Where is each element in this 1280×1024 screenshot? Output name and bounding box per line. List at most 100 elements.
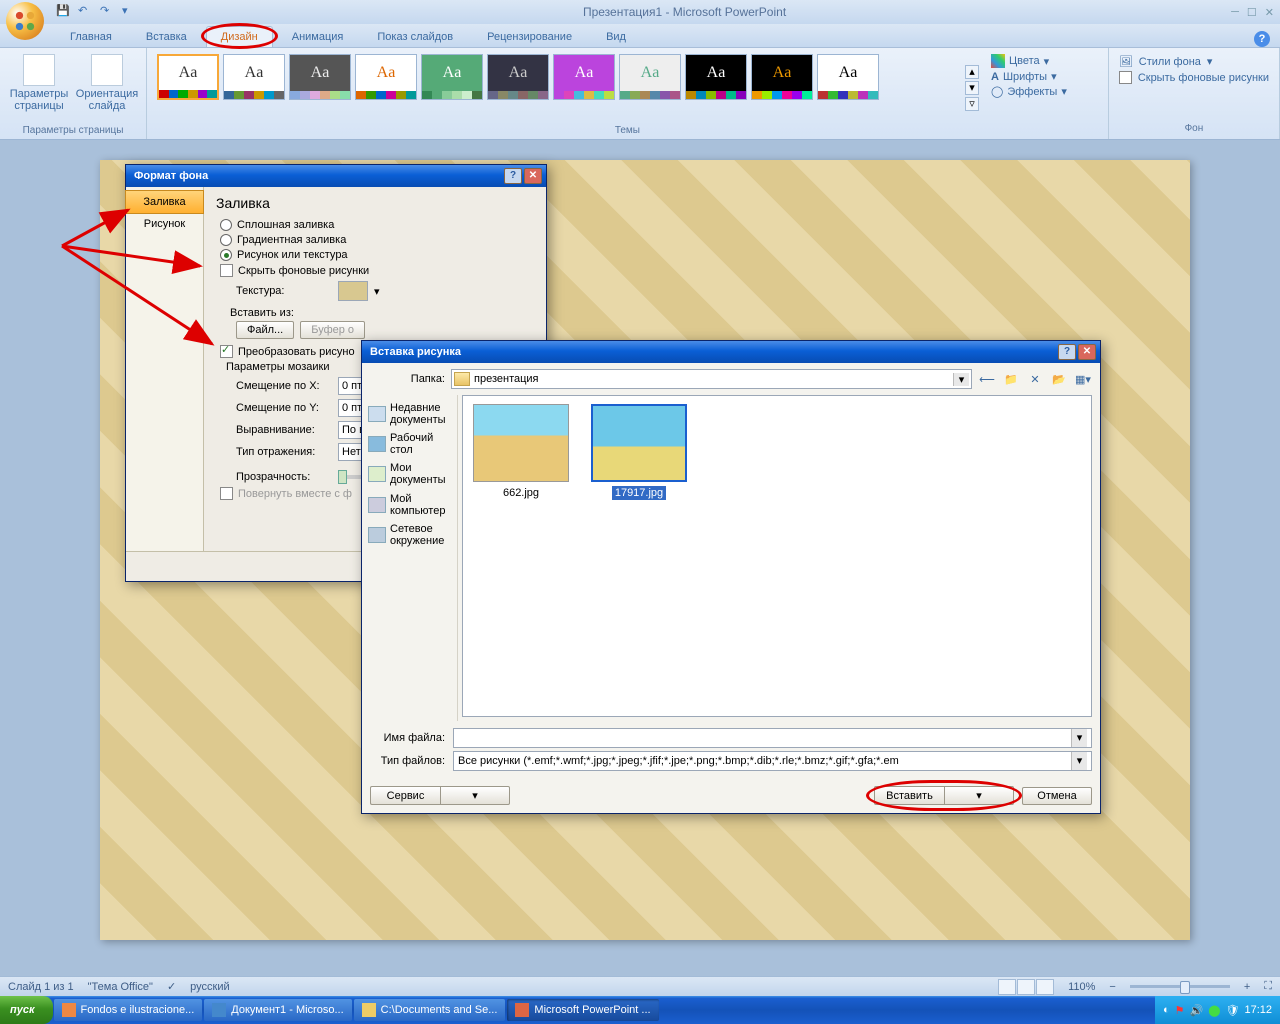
language-indicator[interactable]: русский — [190, 981, 229, 993]
slide-orientation-button[interactable]: Ориентация слайда — [76, 52, 138, 124]
dialog-close-button[interactable]: ✕ — [1078, 344, 1096, 360]
theme-thumb[interactable]: Aa — [421, 54, 483, 100]
minimize-button[interactable]: ─ — [1231, 6, 1239, 19]
filename-input[interactable]: ▾ — [453, 728, 1092, 748]
tab-slideshow[interactable]: Показ слайдов — [362, 26, 468, 47]
task-item[interactable]: Документ1 - Microso... — [204, 999, 351, 1021]
service-dropdown[interactable]: ▾ — [440, 786, 510, 805]
insert-button[interactable]: Вставить — [874, 786, 944, 805]
task-item[interactable]: Fondos e ilustracione... — [54, 999, 203, 1021]
delete-icon[interactable]: ✕ — [1026, 370, 1044, 388]
tab-animation[interactable]: Анимация — [277, 26, 359, 47]
theme-thumb[interactable]: Aa — [553, 54, 615, 100]
tab-home[interactable]: Главная — [55, 26, 127, 47]
close-button[interactable]: ✕ — [1265, 6, 1274, 19]
theme-thumb[interactable]: Aa — [355, 54, 417, 100]
insert-dropdown[interactable]: ▾ — [944, 786, 1014, 805]
zoom-value[interactable]: 110% — [1068, 981, 1095, 993]
themes-gallery[interactable]: Aa Aa Aa Aa Aa Aa Aa Aa Aa Aa Aa — [155, 52, 955, 124]
zoom-out-icon[interactable]: − — [1109, 981, 1115, 993]
tray-icon[interactable]: 🔊 — [1189, 1004, 1203, 1017]
themes-more-icon[interactable]: ▿ — [965, 97, 979, 111]
service-button[interactable]: Сервис — [370, 786, 440, 805]
view-normal-icon[interactable] — [998, 979, 1016, 995]
dropdown-icon[interactable]: ▾ — [1071, 752, 1087, 770]
theme-thumb[interactable]: Aa — [619, 54, 681, 100]
theme-thumb[interactable]: Aa — [223, 54, 285, 100]
new-folder-icon[interactable]: 📂 — [1050, 370, 1068, 388]
view-sorter-icon[interactable] — [1017, 979, 1035, 995]
views-icon[interactable]: ▦▾ — [1074, 370, 1092, 388]
hide-bg-graphics-checkbox[interactable]: Скрыть фоновые рисунки — [1119, 71, 1269, 84]
radio-gradient-fill[interactable]: Градиентная заливка — [220, 234, 534, 246]
file-thumb[interactable]: 662.jpg — [471, 404, 571, 500]
spellcheck-icon[interactable]: ✓ — [167, 980, 176, 993]
place-mydocs[interactable]: Мои документы — [366, 459, 453, 489]
radio-picture-fill[interactable]: Рисунок или текстура — [220, 249, 534, 261]
dialog-help-button[interactable]: ? — [504, 168, 522, 184]
dialog-titlebar[interactable]: Формат фона ? ✕ — [126, 165, 546, 187]
place-desktop[interactable]: Рабочий стол — [366, 429, 453, 459]
cancel-button[interactable]: Отмена — [1022, 787, 1092, 805]
file-list[interactable]: 662.jpg 17917.jpg — [462, 395, 1092, 717]
tray-icon[interactable]: ◐ — [1163, 1004, 1170, 1016]
file-button[interactable]: Файл... — [236, 321, 294, 339]
theme-thumb[interactable]: Aa — [289, 54, 351, 100]
theme-effects-button[interactable]: ◯Эффекты ▾ — [991, 85, 1067, 98]
theme-thumb[interactable]: Aa — [751, 54, 813, 100]
theme-thumb[interactable]: Aa — [817, 54, 879, 100]
dropdown-icon[interactable]: ▾ — [953, 373, 969, 386]
theme-thumb[interactable]: Aa — [685, 54, 747, 100]
maximize-button[interactable]: ☐ — [1247, 6, 1257, 19]
zoom-slider[interactable] — [1130, 985, 1230, 988]
qat-more-icon[interactable]: ▾ — [122, 4, 138, 20]
fit-window-icon[interactable]: ⛶ — [1264, 980, 1272, 993]
place-mycomputer[interactable]: Мой компьютер — [366, 490, 453, 520]
file-thumb[interactable]: 17917.jpg — [589, 404, 689, 500]
view-slideshow-icon[interactable] — [1036, 979, 1054, 995]
folder-select[interactable]: презентация ▾ — [451, 369, 972, 389]
help-icon[interactable]: ? — [1254, 31, 1270, 47]
office-button[interactable] — [6, 2, 44, 40]
texture-picker[interactable] — [338, 281, 368, 301]
up-icon[interactable]: 📁 — [1002, 370, 1020, 388]
theme-fonts-button[interactable]: AШрифты ▾ — [991, 70, 1067, 83]
radio-solid-fill[interactable]: Сплошная заливка — [220, 219, 534, 231]
tray-icon[interactable]: 🛡 — [1226, 1004, 1240, 1017]
tray-icon[interactable]: ⚑ — [1175, 1004, 1185, 1017]
themes-scroll-down-icon[interactable]: ▾ — [965, 81, 979, 95]
dropdown-icon[interactable]: ▾ — [374, 285, 380, 298]
tab-design[interactable]: Дизайн — [206, 26, 273, 47]
tab-review[interactable]: Рецензирование — [472, 26, 587, 47]
nav-fill[interactable]: Заливка — [125, 190, 204, 214]
system-tray[interactable]: ◐ ⚑ 🔊 ⬤ 🛡 17:12 — [1155, 996, 1280, 1024]
theme-colors-button[interactable]: Цвета ▾ — [991, 54, 1067, 68]
tray-icon[interactable]: ⬤ — [1208, 1004, 1220, 1017]
dropdown-icon[interactable]: ▾ — [1071, 729, 1087, 747]
theme-thumb[interactable]: Aa — [157, 54, 219, 100]
save-icon[interactable]: 💾 — [56, 4, 72, 20]
place-recent[interactable]: Недавние документы — [366, 399, 453, 429]
themes-scroll-up-icon[interactable]: ▴ — [965, 65, 979, 79]
filename-label: Имя файла: — [370, 732, 445, 744]
task-item[interactable]: Microsoft PowerPoint ... — [507, 999, 658, 1021]
tab-insert[interactable]: Вставка — [131, 26, 202, 47]
dialog-help-button[interactable]: ? — [1058, 344, 1076, 360]
dialog-titlebar[interactable]: Вставка рисунка ? ✕ — [362, 341, 1100, 363]
nav-picture[interactable]: Рисунок — [126, 213, 203, 235]
tab-view[interactable]: Вид — [591, 26, 641, 47]
place-network[interactable]: Сетевое окружение — [366, 520, 453, 550]
check-hide-bg[interactable]: Скрыть фоновые рисунки — [220, 264, 534, 277]
page-setup-button[interactable]: Параметры страницы — [8, 52, 70, 124]
undo-icon[interactable]: ↶ — [78, 4, 94, 20]
theme-thumb[interactable]: Aa — [487, 54, 549, 100]
start-button[interactable]: пуск — [0, 996, 53, 1024]
filetype-select[interactable]: Все рисунки (*.emf;*.wmf;*.jpg;*.jpeg;*.… — [453, 751, 1092, 771]
zoom-in-icon[interactable]: + — [1244, 981, 1250, 993]
back-icon[interactable]: ⟵ — [978, 370, 996, 388]
redo-icon[interactable]: ↷ — [100, 4, 116, 20]
task-item[interactable]: C:\Documents and Se... — [354, 999, 506, 1021]
background-styles-button[interactable]: 🖼 Стили фона ▾ — [1119, 55, 1269, 68]
clock[interactable]: 17:12 — [1244, 1004, 1272, 1016]
dialog-close-button[interactable]: ✕ — [524, 168, 542, 184]
